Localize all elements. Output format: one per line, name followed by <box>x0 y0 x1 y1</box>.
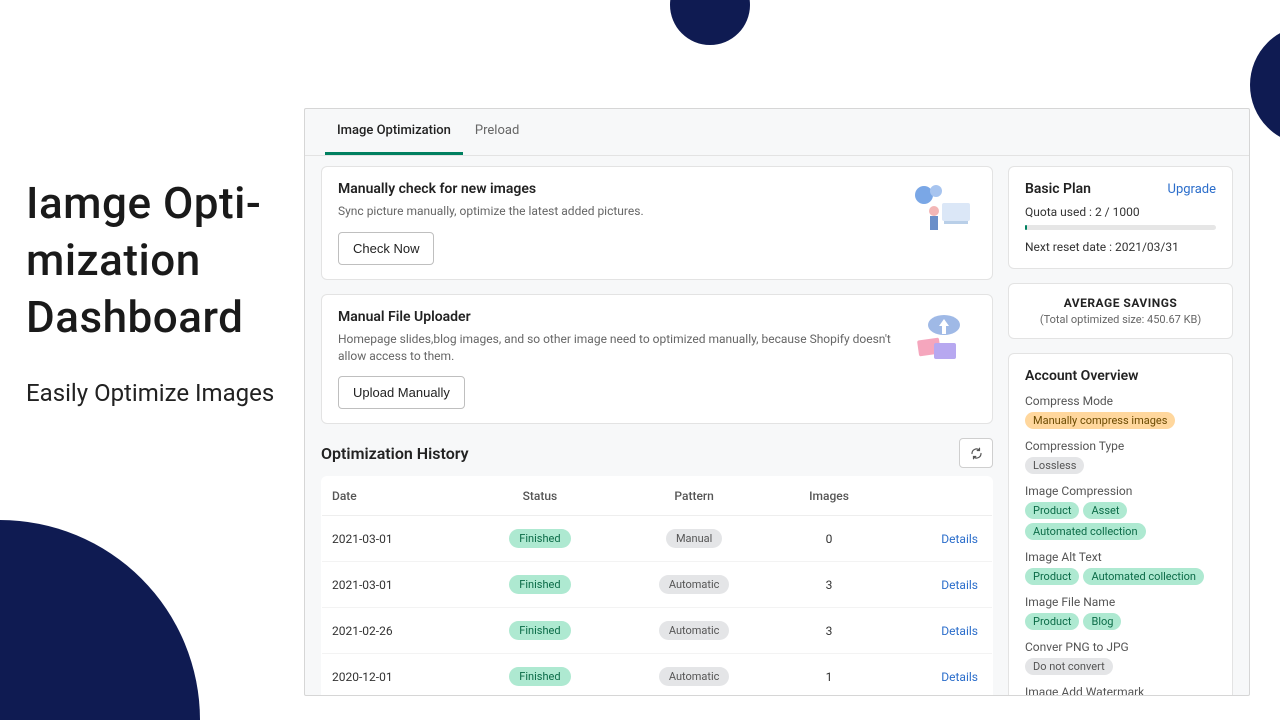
image-alt-label: Image Alt Text <box>1025 550 1216 564</box>
image-alt-tag: Automated collection <box>1083 568 1204 585</box>
tab-bar: Image Optimization Preload <box>305 109 1249 156</box>
cell-date: 2021-03-01 <box>322 516 468 562</box>
manual-uploader-title: Manual File Uploader <box>338 309 894 325</box>
png-jpg-tag: Do not convert <box>1025 658 1113 675</box>
quota-bar <box>1025 225 1216 230</box>
col-images: Images <box>775 477 882 516</box>
decorative-circle-right <box>1250 25 1280 145</box>
upload-manually-button[interactable]: Upload Manually <box>338 376 465 409</box>
col-pattern: Pattern <box>613 477 776 516</box>
decorative-circle-bottom-left <box>0 520 200 720</box>
manual-uploader-desc: Homepage slides,blog images, and so othe… <box>338 331 894 365</box>
cell-images: 3 <box>775 562 882 608</box>
overview-title: Account Overview <box>1025 368 1216 384</box>
hero-text: Iamge Opti- mization Dashboard Easily Op… <box>26 175 306 409</box>
check-now-button[interactable]: Check Now <box>338 232 434 265</box>
details-link[interactable]: Details <box>941 670 978 684</box>
table-row: 2021-02-26 Finished Automatic 3 Details <box>322 608 993 654</box>
details-link[interactable]: Details <box>941 578 978 592</box>
col-action <box>883 477 993 516</box>
status-badge: Finished <box>509 529 570 548</box>
cell-images: 0 <box>775 516 882 562</box>
hero-title-line-3: Dashboard <box>26 289 306 346</box>
compress-mode-label: Compress Mode <box>1025 394 1216 408</box>
col-date: Date <box>322 477 468 516</box>
avg-savings-sub: (Total optimized size: 450.67 KB) <box>1019 313 1222 326</box>
history-table: Date Status Pattern Images 2021-03-01 Fi… <box>321 476 993 696</box>
status-badge: Finished <box>509 575 570 594</box>
png-jpg-label: Conver PNG to JPG <box>1025 640 1216 654</box>
avg-savings-card: AVERAGE SAVINGS (Total optimized size: 4… <box>1008 283 1233 339</box>
hero-title-line-1: Iamge Opti- <box>26 175 306 232</box>
cell-date: 2020-12-01 <box>322 654 468 696</box>
details-link[interactable]: Details <box>941 532 978 546</box>
compression-type-label: Compression Type <box>1025 439 1216 453</box>
compress-mode-tag: Manually compress images <box>1025 412 1175 429</box>
check-illustration <box>904 181 976 241</box>
watermark-label: Image Add Watermark <box>1025 685 1216 696</box>
image-filename-tag: Blog <box>1083 613 1121 630</box>
table-row: 2021-03-01 Finished Manual 0 Details <box>322 516 993 562</box>
pattern-badge: Automatic <box>659 667 730 686</box>
pattern-badge: Automatic <box>659 575 730 594</box>
status-badge: Finished <box>509 667 570 686</box>
quota-text: Quota used : 2 / 1000 <box>1025 205 1216 219</box>
hero-title-line-2: mization <box>26 232 306 289</box>
pattern-badge: Manual <box>666 529 722 548</box>
account-overview-card: Account Overview Compress Mode Manually … <box>1008 353 1233 696</box>
refresh-button[interactable] <box>959 438 993 468</box>
image-compression-tag: Automated collection <box>1025 523 1146 540</box>
decorative-circle-top <box>670 0 750 45</box>
manual-uploader-card: Manual File Uploader Homepage slides,blo… <box>321 294 993 425</box>
cell-images: 3 <box>775 608 882 654</box>
plan-card: Basic Plan Upgrade Quota used : 2 / 1000… <box>1008 166 1233 269</box>
image-compression-label: Image Compression <box>1025 484 1216 498</box>
check-images-desc: Sync picture manually, optimize the late… <box>338 203 894 220</box>
tab-preload[interactable]: Preload <box>463 109 531 155</box>
plan-title: Basic Plan <box>1025 181 1091 197</box>
cell-date: 2021-03-01 <box>322 562 468 608</box>
status-badge: Finished <box>509 621 570 640</box>
image-alt-tag: Product <box>1025 568 1079 585</box>
table-row: 2021-03-01 Finished Automatic 3 Details <box>322 562 993 608</box>
upload-illustration <box>904 309 976 369</box>
hero-subtitle: Easily Optimize Images <box>26 377 306 409</box>
compression-type-tag: Lossless <box>1025 457 1084 474</box>
check-images-card: Manually check for new images Sync pictu… <box>321 166 993 280</box>
image-filename-tag: Product <box>1025 613 1079 630</box>
history-title: Optimization History <box>321 444 469 463</box>
reset-date: Next reset date : 2021/03/31 <box>1025 240 1216 254</box>
tab-image-optimization[interactable]: Image Optimization <box>325 109 463 155</box>
col-status: Status <box>467 477 613 516</box>
cell-images: 1 <box>775 654 882 696</box>
details-link[interactable]: Details <box>941 624 978 638</box>
upgrade-link[interactable]: Upgrade <box>1168 182 1216 197</box>
image-compression-tag: Asset <box>1083 502 1127 519</box>
image-filename-label: Image File Name <box>1025 595 1216 609</box>
cell-date: 2021-02-26 <box>322 608 468 654</box>
image-compression-tag: Product <box>1025 502 1079 519</box>
refresh-icon <box>969 446 984 461</box>
table-row: 2020-12-01 Finished Automatic 1 Details <box>322 654 993 696</box>
optimization-history-section: Optimization History Date Status Pattern… <box>321 438 993 696</box>
dashboard-panel: Image Optimization Preload Manually chec… <box>304 108 1250 696</box>
pattern-badge: Automatic <box>659 621 730 640</box>
check-images-title: Manually check for new images <box>338 181 894 197</box>
hero-title: Iamge Opti- mization Dashboard <box>26 175 306 347</box>
avg-savings-title: AVERAGE SAVINGS <box>1019 296 1222 310</box>
